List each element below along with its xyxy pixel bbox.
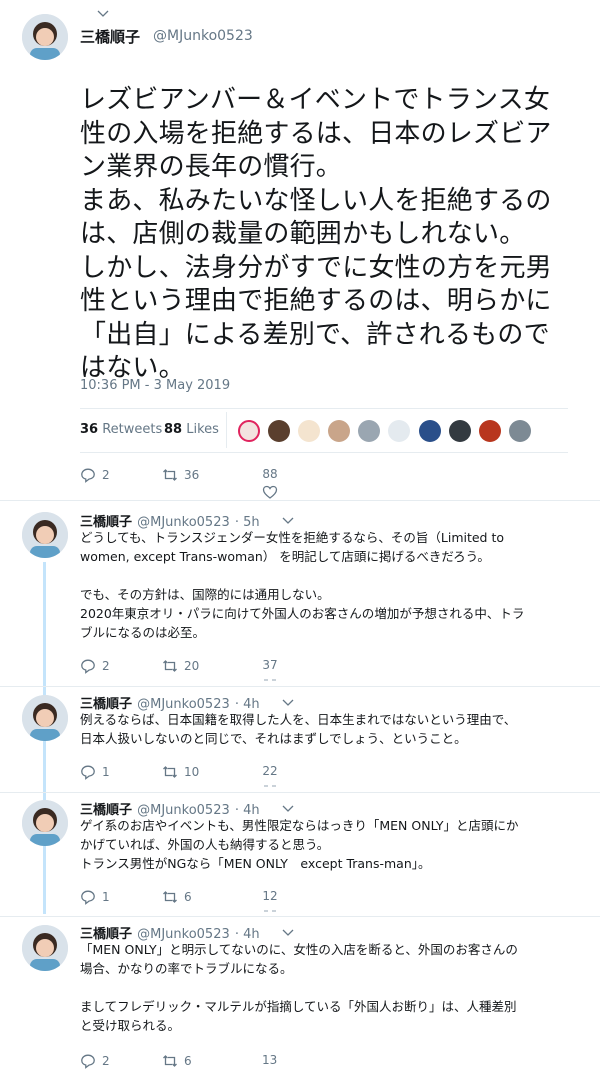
liker-avatar[interactable] <box>448 420 471 442</box>
liker-avatar[interactable] <box>268 420 291 442</box>
likes-label: Likes <box>186 422 219 437</box>
author-name[interactable]: 三橋順子 <box>80 26 140 47</box>
like-button[interactable]: 88 <box>262 467 278 500</box>
reply-button[interactable]: 2 <box>80 1053 110 1069</box>
reply-icon <box>81 659 95 674</box>
retweet-count: 6 <box>184 1054 192 1068</box>
divider <box>80 452 568 453</box>
retweet-icon <box>163 660 177 672</box>
author-handle[interactable]: @MJunko0523 <box>153 28 253 44</box>
like-count: 12 <box>262 889 278 903</box>
reply-icon <box>81 765 95 780</box>
retweets-count: 36 <box>80 422 99 437</box>
liker-avatar[interactable] <box>478 420 501 442</box>
liker-avatar[interactable] <box>328 420 351 442</box>
retweet-button[interactable]: 6 <box>162 1053 192 1069</box>
retweet-button[interactable]: 6 <box>162 889 192 905</box>
reply-text: どうしても、トランスジェンダー女性を拒絶するなら、その旨（Limited to … <box>80 530 525 640</box>
reply-avatar[interactable] <box>22 695 68 741</box>
reply-button[interactable]: 1 <box>80 764 110 780</box>
divider <box>0 500 600 501</box>
tweet-text: レズビアンバー＆イベントでトランス女 性の入場を拒絶するは、日本のレズビア ン業… <box>80 84 580 386</box>
reply-icon <box>81 890 95 905</box>
heart-icon <box>264 910 276 912</box>
retweets-label: Retweets <box>102 422 163 437</box>
reply-text: 例えるならば、日本国籍を取得した人を、日本生まれではないという理由で、 日本人扱… <box>80 712 517 746</box>
heart-icon <box>262 485 278 499</box>
reply-count: 2 <box>102 659 110 673</box>
main-avatar[interactable] <box>22 14 68 60</box>
divider <box>0 916 600 917</box>
reply-avatar[interactable] <box>22 925 68 971</box>
reply-avatar[interactable] <box>22 512 68 558</box>
retweet-icon <box>163 469 177 481</box>
like-button[interactable]: 12 <box>262 889 278 913</box>
tweet-timestamp[interactable]: 10:36 PM - 3 May 2019 <box>80 378 230 393</box>
retweet-button[interactable]: 20 <box>162 658 199 674</box>
tweet-text-line: 性という理由で拒絶するのは、明らかに <box>80 286 552 316</box>
tweet-text-line: 性の入場を拒絶するは、日本のレズビア <box>80 118 552 149</box>
like-button[interactable]: 13 <box>262 1053 277 1067</box>
like-count: 22 <box>262 764 278 778</box>
heart-icon <box>264 785 276 787</box>
divider <box>0 686 600 687</box>
reply-icon <box>81 468 95 483</box>
tweet-text-line: まあ、私みたいな怪しい人を拒絶するの <box>80 185 552 216</box>
retweet-count: 20 <box>184 659 200 673</box>
reply-text: 「MEN ONLY」と明示してないのに、女性の入店を断ると、外国のお客さんの 場… <box>80 942 518 1033</box>
retweet-button[interactable]: 36 <box>162 467 199 483</box>
likers-avatars <box>238 420 534 446</box>
reply-button[interactable]: 2 <box>80 658 110 674</box>
like-count: 88 <box>262 467 278 481</box>
reply-avatar[interactable] <box>22 800 68 846</box>
chevron-down-icon[interactable] <box>282 805 294 813</box>
reply-icon <box>81 1054 95 1069</box>
reply-count: 1 <box>102 890 110 904</box>
tweet-text-line: レズビアンバー＆イベントでトランス女 <box>80 85 551 115</box>
tweet-text-line: は、店側の裁量の範囲かもしれない。 <box>80 219 526 249</box>
retweet-icon <box>163 1055 177 1067</box>
stats-separator <box>226 412 227 448</box>
like-button[interactable]: 22 <box>262 764 278 788</box>
liker-avatar[interactable] <box>508 420 531 442</box>
chevron-down-icon[interactable] <box>282 699 294 707</box>
liker-avatar[interactable] <box>298 420 321 442</box>
divider <box>80 408 568 409</box>
chevron-down-icon[interactable] <box>282 517 294 525</box>
retweet-count: 10 <box>184 765 200 779</box>
reply-count: 2 <box>102 468 110 482</box>
reply-count: 2 <box>102 1054 110 1068</box>
retweet-icon <box>163 766 177 778</box>
reply-button[interactable]: 1 <box>80 889 110 905</box>
likes-count-link[interactable]: 88 Likes <box>164 422 219 437</box>
tweet-text-line: しかし、法身分がすでに女性の方を元男 <box>80 252 552 283</box>
liker-avatar[interactable] <box>358 420 381 442</box>
likes-count: 88 <box>164 422 183 437</box>
heart-icon <box>264 679 276 681</box>
reply-button[interactable]: 2 <box>80 467 110 483</box>
retweet-count-link[interactable]: 36 Retweets <box>80 422 162 437</box>
divider <box>0 792 600 793</box>
liker-avatar[interactable] <box>388 420 411 442</box>
tweet-text-line: 「出自」による差別で、許されるもので <box>80 319 550 350</box>
retweet-button[interactable]: 10 <box>162 764 199 780</box>
tweet-text-line: ン業界の長年の慣行。 <box>80 152 343 182</box>
like-count: 37 <box>262 658 278 672</box>
like-count: 13 <box>262 1053 278 1067</box>
liker-avatar[interactable] <box>238 420 260 442</box>
chevron-down-icon[interactable] <box>97 10 109 18</box>
reply-count: 1 <box>102 765 110 779</box>
liker-avatar[interactable] <box>418 420 441 442</box>
like-button[interactable]: 37 <box>262 658 278 682</box>
retweet-count: 6 <box>184 890 192 904</box>
retweet-count: 36 <box>184 468 200 482</box>
chevron-down-icon[interactable] <box>282 929 294 937</box>
reply-text: ゲイ系のお店やイベントも、男性限定ならはっきり「MEN ONLY」と店頭にか か… <box>80 818 519 871</box>
retweet-icon <box>163 891 177 903</box>
